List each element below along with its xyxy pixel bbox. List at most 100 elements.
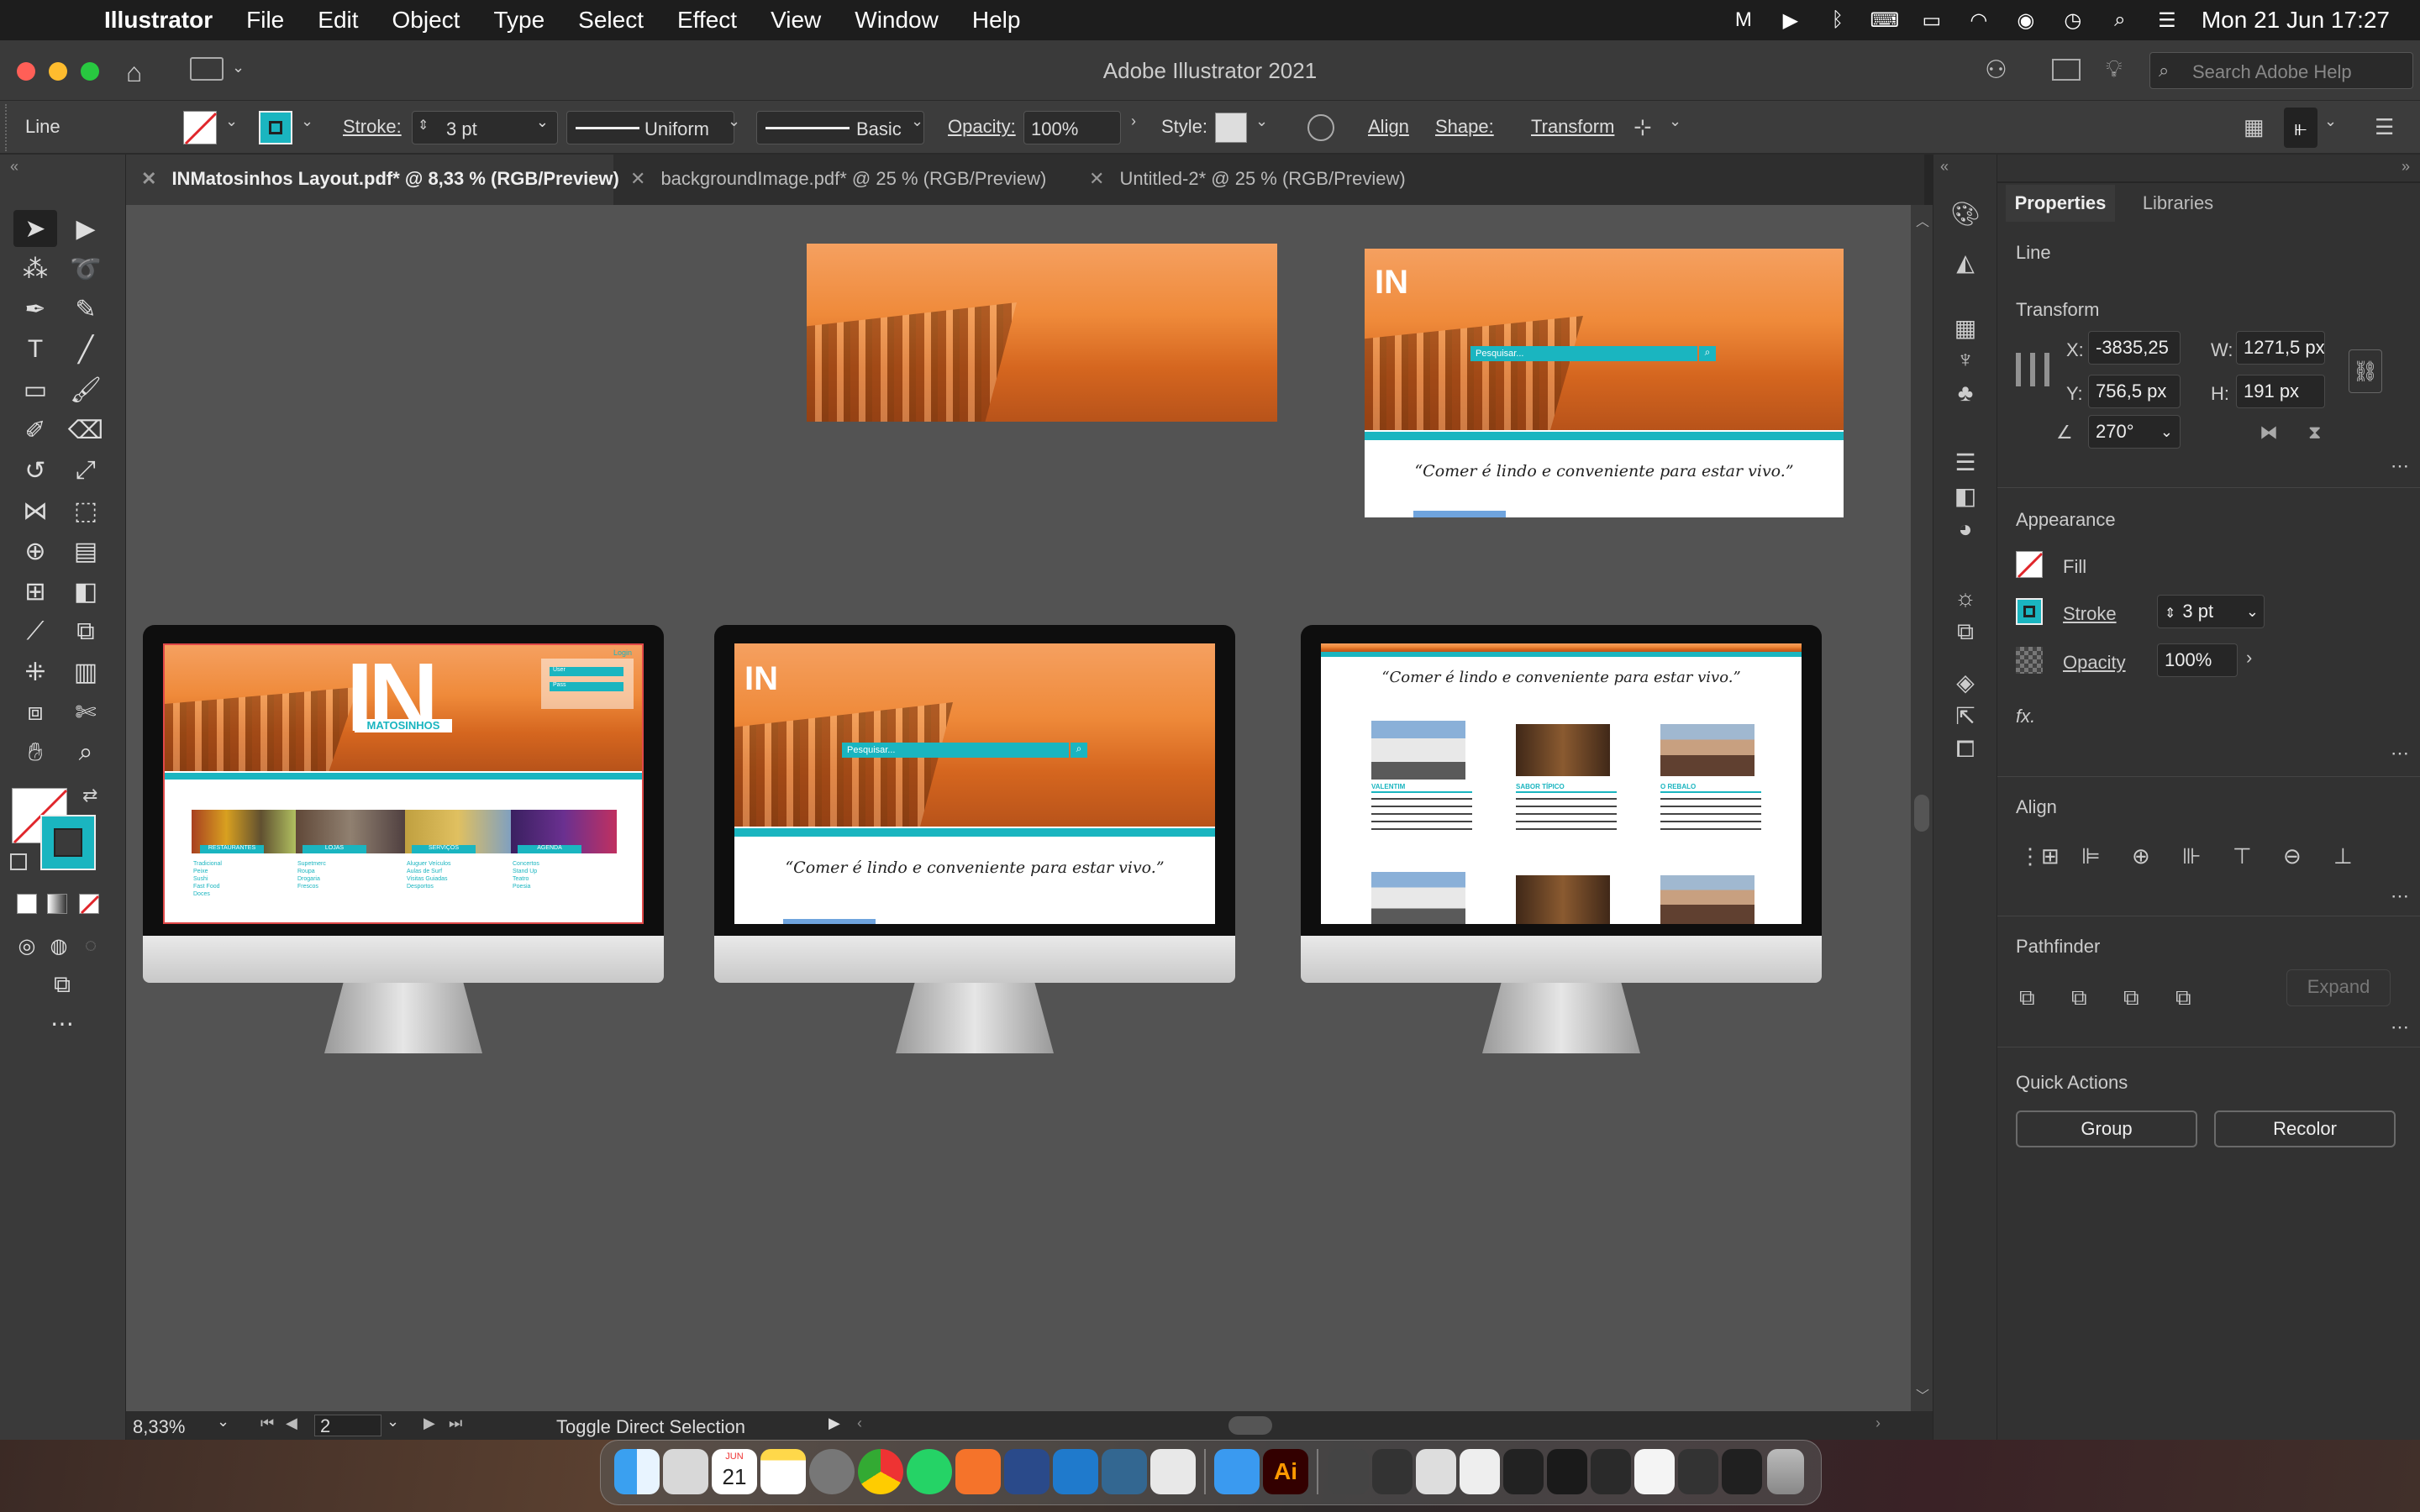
opacity-label[interactable]: Opacity xyxy=(2063,652,2126,674)
more-tools-icon[interactable]: ⋯ xyxy=(40,1005,84,1042)
expand-icon[interactable]: » xyxy=(2402,158,2410,176)
mesh-tool-icon[interactable]: ⊞ xyxy=(13,573,57,610)
menu-object[interactable]: Object xyxy=(376,7,477,34)
artboard-background-image[interactable] xyxy=(807,244,1277,422)
mail-status-icon[interactable]: M xyxy=(1731,8,1756,31)
stepper-icon[interactable]: ⇕ xyxy=(418,117,429,134)
magic-wand-tool-icon[interactable]: ⁂ xyxy=(13,250,57,287)
close-tab-icon[interactable]: ✕ xyxy=(141,168,156,189)
paintbrush-tool-icon[interactable]: 🖌︎ xyxy=(64,371,108,408)
color-palette-icon[interactable]: 🎨︎ xyxy=(1947,197,1984,230)
sketch-pen-icon[interactable] xyxy=(955,1449,1001,1494)
horizontal-scrollbar-thumb[interactable] xyxy=(1228,1416,1272,1435)
zoom-dropdown-chevron[interactable]: ⌄ xyxy=(217,1413,229,1431)
chevron-down-icon[interactable]: ⌄ xyxy=(536,113,549,131)
zoom-tool-icon[interactable]: ⌕ xyxy=(64,734,108,771)
color-guide-icon[interactable]: ◭ xyxy=(1947,245,1984,279)
opacity-field[interactable]: 100% xyxy=(1023,111,1121,144)
wifi-icon[interactable]: ◠ xyxy=(1966,9,1991,32)
menu-help[interactable]: Help xyxy=(955,7,1038,34)
bluetooth-icon[interactable]: ᛒ xyxy=(1825,8,1850,31)
blend-tool-icon[interactable]: ⧉ xyxy=(64,613,108,650)
scroll-down-icon[interactable]: ﹀ xyxy=(1916,1384,1929,1404)
align-bottom-icon[interactable]: ⊥ xyxy=(2333,843,2353,869)
brush-chevron[interactable]: ⌄ xyxy=(911,113,923,130)
transparency-icon[interactable]: ◕ xyxy=(1947,512,1984,546)
recolor-button[interactable]: Recolor xyxy=(2214,1110,2396,1147)
graphic-styles-icon[interactable]: ⧉ xyxy=(1947,615,1984,648)
spotlight-search-icon[interactable]: ⌕ xyxy=(2107,8,2133,31)
align-right-icon[interactable]: ⊪ xyxy=(2182,843,2202,869)
align-options-icon[interactable]: ⫦ xyxy=(2284,108,2317,148)
time-machine-icon[interactable]: ◷ xyxy=(2060,9,2086,32)
transform-link[interactable]: Transform xyxy=(1531,116,1614,138)
minimized-window-thumb[interactable] xyxy=(1460,1449,1500,1494)
curvature-tool-icon[interactable]: ✎ xyxy=(64,291,108,328)
chevron-down-icon[interactable]: ⌄ xyxy=(2160,416,2173,448)
stroke-swatch[interactable] xyxy=(259,111,292,144)
tab-properties[interactable]: Properties xyxy=(2006,185,2115,222)
panel-menu-icon[interactable]: ☰ xyxy=(2375,114,2394,140)
export-icon[interactable]: ⇱ xyxy=(1947,699,1984,732)
w-field[interactable]: 1271,5 px xyxy=(2236,331,2325,365)
scale-tool-icon[interactable]: ⤢ xyxy=(64,452,108,489)
x-field[interactable]: -3835,25 xyxy=(2088,331,2181,365)
artboard-header-layout[interactable]: IN Pesquisar... ⌕ “Comer é lindo e conve… xyxy=(1365,249,1844,517)
group-button[interactable]: Group xyxy=(2016,1110,2197,1147)
angle-field[interactable]: 270° ⌄ xyxy=(2088,415,2181,449)
artboard-canvas[interactable]: IN Pesquisar... ⌕ “Comer é lindo e conve… xyxy=(126,205,1911,1411)
pen-tool-icon[interactable]: ✒ xyxy=(13,291,57,328)
scroll-up-icon[interactable]: ︿ xyxy=(1916,210,1929,230)
width-tool-icon[interactable]: ⋈ xyxy=(13,492,57,529)
fill-swatch[interactable] xyxy=(183,111,218,145)
minimized-window-thumb[interactable] xyxy=(1503,1449,1544,1494)
minimize-window-button[interactable] xyxy=(49,62,67,81)
default-colors-icon[interactable] xyxy=(10,853,27,870)
close-tab-icon[interactable]: ✕ xyxy=(630,168,645,189)
profile-chevron[interactable]: ⌄ xyxy=(728,113,740,130)
align-horizontal-center-icon[interactable]: ⊕ xyxy=(2132,843,2150,869)
artboard-tool-icon[interactable]: ⧈ xyxy=(13,694,57,731)
menubar-clock[interactable]: Mon 21 Jun 17:27 xyxy=(2202,7,2390,34)
stroke-weight-field[interactable]: ⇕ 3 pt ⌄ xyxy=(2157,595,2265,628)
draw-behind-icon[interactable]: ◍ xyxy=(44,927,74,964)
menu-effect[interactable]: Effect xyxy=(660,7,754,34)
rotate-tool-icon[interactable]: ↺ xyxy=(13,452,57,489)
perspective-grid-tool-icon[interactable]: ▤ xyxy=(64,533,108,570)
minimized-window-thumb[interactable] xyxy=(1372,1449,1413,1494)
minimized-window-thumb[interactable] xyxy=(1328,1449,1369,1494)
selection-tool-icon[interactable]: ➤ xyxy=(13,210,57,247)
chrome-icon[interactable] xyxy=(858,1449,903,1494)
minus-front-icon[interactable]: ⧉ xyxy=(2071,984,2087,1011)
draw-inside-icon[interactable]: ◌ xyxy=(76,927,106,964)
scrollbar-thumb[interactable] xyxy=(1914,795,1929,832)
opacity-label[interactable]: Opacity: xyxy=(948,116,1016,138)
align-vertical-center-icon[interactable]: ⊖ xyxy=(2283,843,2302,869)
shape-link[interactable]: Shape: xyxy=(1435,116,1494,138)
hand-tool-icon[interactable]: ✋︎ xyxy=(13,734,57,771)
previous-artboard-icon[interactable]: ◀ xyxy=(286,1415,297,1432)
chevron-right-icon[interactable]: › xyxy=(1131,113,1136,130)
symbol-sprayer-tool-icon[interactable]: ⁜ xyxy=(13,654,57,690)
menu-window[interactable]: Window xyxy=(838,7,955,34)
postgresql-icon[interactable] xyxy=(1102,1449,1147,1494)
intersect-icon[interactable]: ⧉ xyxy=(2123,984,2139,1011)
column-graph-tool-icon[interactable]: ▥ xyxy=(64,654,108,690)
minimized-window-thumb[interactable] xyxy=(1547,1449,1587,1494)
close-window-button[interactable] xyxy=(17,62,35,81)
unite-icon[interactable]: ⧉ xyxy=(2019,984,2035,1011)
swap-colors-icon[interactable]: ⇄ xyxy=(82,785,97,806)
style-chevron[interactable]: ⌄ xyxy=(1255,113,1268,130)
graphic-style-swatch[interactable] xyxy=(1215,113,1247,143)
direct-selection-tool-icon[interactable]: ▶ xyxy=(64,210,108,247)
stepper-icon[interactable]: ⇕ xyxy=(2165,606,2175,621)
fill-dropdown-chevron[interactable]: ⌄ xyxy=(225,113,238,130)
finder-icon[interactable] xyxy=(614,1449,660,1494)
menu-select[interactable]: Select xyxy=(561,7,660,34)
exclude-icon[interactable]: ⧉ xyxy=(2175,984,2191,1011)
type-tool-icon[interactable]: T xyxy=(13,331,57,368)
rectangle-tool-icon[interactable]: ▭ xyxy=(13,371,57,408)
artboard-dropdown-chevron[interactable]: ⌄ xyxy=(387,1413,399,1431)
chevron-right-icon[interactable]: › xyxy=(2246,647,2252,669)
help-search-box[interactable]: ⌕ Search Adobe Help xyxy=(2149,52,2413,89)
